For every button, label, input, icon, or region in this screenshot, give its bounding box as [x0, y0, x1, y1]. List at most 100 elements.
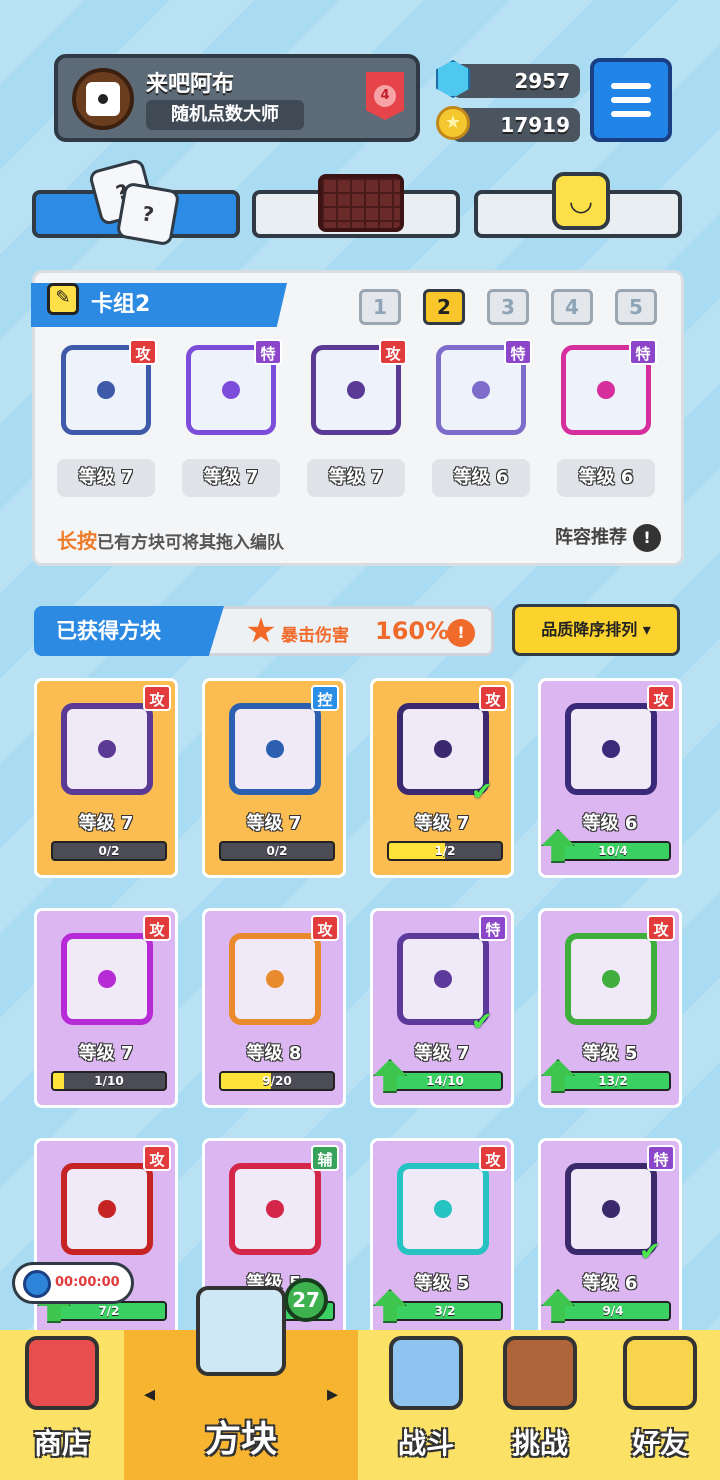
- smiley-block-icon: ◡: [552, 172, 610, 230]
- block-card[interactable]: 特 ✔ 等级 7 14/10: [370, 908, 514, 1108]
- coin-counter: 17919: [452, 108, 580, 142]
- hint-text: 已有方块可将其拖入编队: [97, 533, 284, 553]
- type-tag: 攻: [143, 685, 171, 711]
- deck-slot-3[interactable]: 3: [487, 289, 529, 325]
- check-icon: ✔: [639, 1237, 661, 1267]
- mystery-block-icon: [196, 1286, 286, 1376]
- type-tag: 攻: [479, 1145, 507, 1171]
- deck-card[interactable]: 特: [432, 339, 532, 439]
- exclamation-icon: !: [633, 524, 661, 552]
- block-die-icon: [229, 1163, 321, 1255]
- nav-battle-label: 战斗: [397, 1427, 454, 1460]
- block-die-icon: [61, 703, 153, 795]
- hint-bold: 长按: [57, 529, 97, 553]
- type-tag: 攻: [311, 915, 339, 941]
- block-level: 等级 7: [414, 813, 470, 834]
- progress-bar: 0/2: [219, 841, 335, 861]
- progress-bar: 1/2: [387, 841, 503, 861]
- type-tag: 特: [504, 339, 532, 365]
- deck-card-level: 等级 6: [432, 459, 530, 497]
- pencil-icon[interactable]: ✎: [47, 283, 79, 315]
- block-card[interactable]: 攻 ✔ 等级 7 1/2: [370, 678, 514, 878]
- menu-button[interactable]: [590, 58, 672, 142]
- type-tag: 攻: [143, 915, 171, 941]
- block-level: 等级 5: [582, 1043, 638, 1064]
- crit-value: 160%: [375, 617, 450, 645]
- progress-text: 0/2: [98, 844, 120, 858]
- nav-friends[interactable]: 好友: [600, 1330, 720, 1480]
- recommend-label: 阵容推荐: [555, 527, 627, 548]
- friend-character-icon: [623, 1336, 697, 1410]
- crit-info-icon[interactable]: !: [447, 619, 475, 647]
- deck-card[interactable]: 特: [557, 339, 657, 439]
- crit-label: 暴击伤害: [281, 626, 349, 646]
- deck-hint: 长按已有方块可将其拖入编队: [57, 525, 284, 554]
- nav-shop-label: 商店: [33, 1427, 90, 1460]
- rank-number: 4: [374, 85, 396, 107]
- type-tag: 特: [629, 339, 657, 365]
- bottom-nav: 商店 ◂ ▸ 方块 战斗 挑战 好友: [0, 1286, 720, 1480]
- avatar[interactable]: [72, 68, 134, 130]
- deck-card-level: 等级 7: [182, 459, 280, 497]
- nav-blocks[interactable]: ◂ ▸ 方块: [124, 1286, 358, 1480]
- nav-shop[interactable]: 商店: [0, 1330, 124, 1480]
- coin-icon: ★: [436, 106, 470, 140]
- deck-card[interactable]: 特: [182, 339, 282, 439]
- sort-button[interactable]: 品质降序排列 ▾: [512, 604, 680, 656]
- block-card[interactable]: 攻等级 6 10/4: [538, 678, 682, 878]
- type-tag: 特: [479, 915, 507, 941]
- nav-friends-label: 好友: [631, 1427, 688, 1460]
- block-card[interactable]: 攻 7/2: [34, 1138, 178, 1338]
- dice-icon: [86, 82, 120, 116]
- progress-text: 1/10: [94, 1074, 124, 1088]
- check-icon: ✔: [471, 1007, 493, 1037]
- block-level: 等级 5: [414, 1273, 470, 1294]
- nav-battle[interactable]: 战斗: [366, 1330, 486, 1480]
- blocks-count-badge: 27: [284, 1278, 328, 1322]
- block-die-icon: [229, 703, 321, 795]
- progress-bar: 9/20: [219, 1071, 335, 1091]
- block-card[interactable]: 攻等级 5 3/2: [370, 1138, 514, 1338]
- block-die-icon: [565, 933, 657, 1025]
- type-tag: 辅: [311, 1145, 339, 1171]
- block-card[interactable]: 攻等级 5 13/2: [538, 908, 682, 1108]
- block-die-icon: [61, 1163, 153, 1255]
- deck-slot-2[interactable]: 2: [423, 289, 465, 325]
- progress-text: 1/2: [434, 844, 456, 858]
- profile-card[interactable]: 来吧阿布 随机点数大师 4: [54, 54, 420, 142]
- block-card[interactable]: 攻等级 8 9/20: [202, 908, 346, 1108]
- shop-icon: [25, 1336, 99, 1410]
- board-grid-icon: [318, 174, 404, 232]
- block-level: 等级 8: [246, 1043, 302, 1064]
- player-title: 随机点数大师: [146, 100, 304, 130]
- chevron-right-icon[interactable]: ▸: [327, 1382, 338, 1407]
- check-icon: ✔: [471, 777, 493, 807]
- block-card[interactable]: 特 ✔ 等级 6 9/4: [538, 1138, 682, 1338]
- nav-challenge[interactable]: 挑战: [480, 1330, 600, 1480]
- deck-slot-5[interactable]: 5: [615, 289, 657, 325]
- block-level: 等级 6: [582, 1273, 638, 1294]
- deck-card[interactable]: 攻: [307, 339, 407, 439]
- block-card[interactable]: 控等级 7 0/2: [202, 678, 346, 878]
- block-die-icon: [397, 1163, 489, 1255]
- type-tag: 控: [311, 685, 339, 711]
- block-card[interactable]: 攻等级 7 1/10: [34, 908, 178, 1108]
- type-tag: 攻: [143, 1145, 171, 1171]
- type-tag: 特: [254, 339, 282, 365]
- block-die-icon: [229, 933, 321, 1025]
- timer-text: 00:00:00: [55, 1275, 120, 1290]
- lineup-recommend-button[interactable]: 阵容推荐!: [555, 523, 661, 552]
- type-tag: 攻: [647, 915, 675, 941]
- block-card[interactable]: 攻等级 7 0/2: [34, 678, 178, 878]
- block-die-icon: [61, 933, 153, 1025]
- rank-ribbon-icon[interactable]: 4: [366, 72, 404, 120]
- deck-card[interactable]: 攻: [57, 339, 157, 439]
- deck-slot-4[interactable]: 4: [551, 289, 593, 325]
- nav-challenge-label: 挑战: [511, 1427, 568, 1460]
- deck-slot-1[interactable]: 1: [359, 289, 401, 325]
- timer-badge[interactable]: 00:00:00: [12, 1262, 134, 1304]
- crit-burst-icon: [247, 617, 275, 643]
- deck-panel: 卡组2 ✎ 12345 攻特攻特特 长按已有方块可将其拖入编队 阵容推荐! 等级…: [31, 270, 684, 566]
- deck-card-level: 等级 7: [307, 459, 405, 497]
- chevron-left-icon[interactable]: ◂: [144, 1382, 155, 1407]
